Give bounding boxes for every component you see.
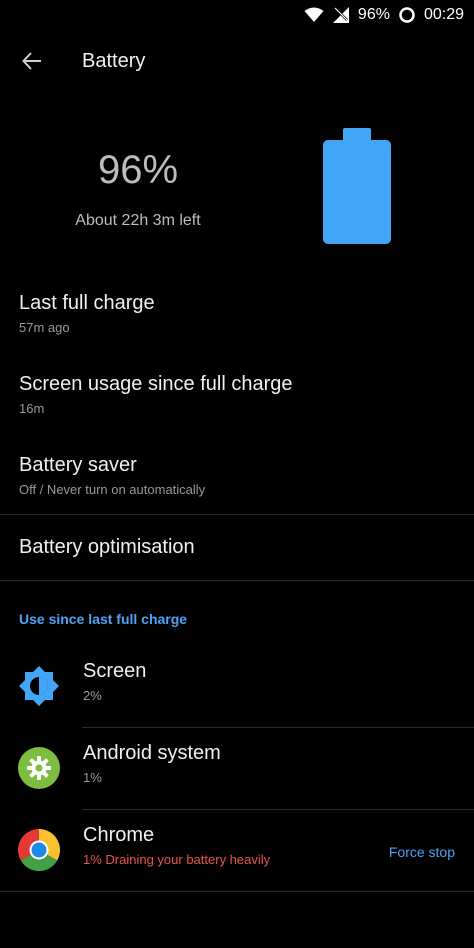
last-full-charge-item[interactable]: Last full charge 57m ago: [0, 292, 474, 335]
clock: 00:29: [423, 6, 464, 23]
screen-usage-item[interactable]: Screen usage since full charge 16m: [0, 373, 474, 416]
page-title: Battery: [82, 49, 146, 72]
app-item-chrome[interactable]: Chrome 1% Draining your battery heavily …: [0, 811, 474, 891]
app-item-screen[interactable]: Screen 2%: [0, 647, 474, 727]
force-stop-button[interactable]: Force stop: [389, 844, 455, 860]
app-name: Chrome: [83, 824, 155, 846]
battery-optimisation-item[interactable]: Battery optimisation: [0, 536, 474, 559]
divider: [82, 727, 474, 728]
chrome-icon: [17, 829, 61, 872]
app-item-android-system[interactable]: Android system 1%: [0, 729, 474, 809]
status-bar: 96% 00:29: [0, 0, 474, 30]
battery-graphic-icon: [322, 128, 392, 251]
battery-level-text: 96%: [97, 148, 179, 192]
last-full-charge-title: Last full charge: [19, 292, 155, 314]
last-full-charge-subtitle: 57m ago: [19, 320, 70, 335]
screen-usage-subtitle: 16m: [19, 401, 45, 416]
divider: [0, 580, 474, 581]
arrow-back-icon: [22, 52, 41, 70]
battery-saver-title: Battery saver: [19, 454, 137, 476]
battery-saver-subtitle: Off / Never turn on automatically: [19, 482, 206, 497]
no-signal-icon: [332, 6, 350, 24]
divider: [0, 891, 474, 892]
app-usage: 2%: [83, 688, 102, 703]
back-button[interactable]: [12, 41, 52, 81]
divider: [0, 514, 474, 515]
toolbar: Battery: [0, 36, 474, 86]
brightness-icon: [18, 665, 60, 707]
app-usage-warning: 1% Draining your battery heavily: [83, 852, 271, 867]
battery-ring-icon: [398, 6, 416, 24]
app-usage: 1%: [83, 770, 102, 785]
android-settings-icon: [18, 747, 60, 789]
battery-saver-item[interactable]: Battery saver Off / Never turn on automa…: [0, 454, 474, 497]
usage-section-header: Use since last full charge: [19, 611, 188, 627]
app-name: Android system: [83, 742, 221, 764]
battery-percent: 96%: [357, 6, 390, 23]
screen-usage-title: Screen usage since full charge: [19, 373, 293, 395]
divider: [82, 809, 474, 810]
battery-optimisation-title: Battery optimisation: [19, 536, 195, 558]
app-name: Screen: [83, 660, 147, 682]
time-remaining: About 22h 3m left: [75, 212, 201, 229]
battery-summary: 96% About 22h 3m left: [0, 120, 474, 270]
wifi-icon: [304, 7, 324, 23]
